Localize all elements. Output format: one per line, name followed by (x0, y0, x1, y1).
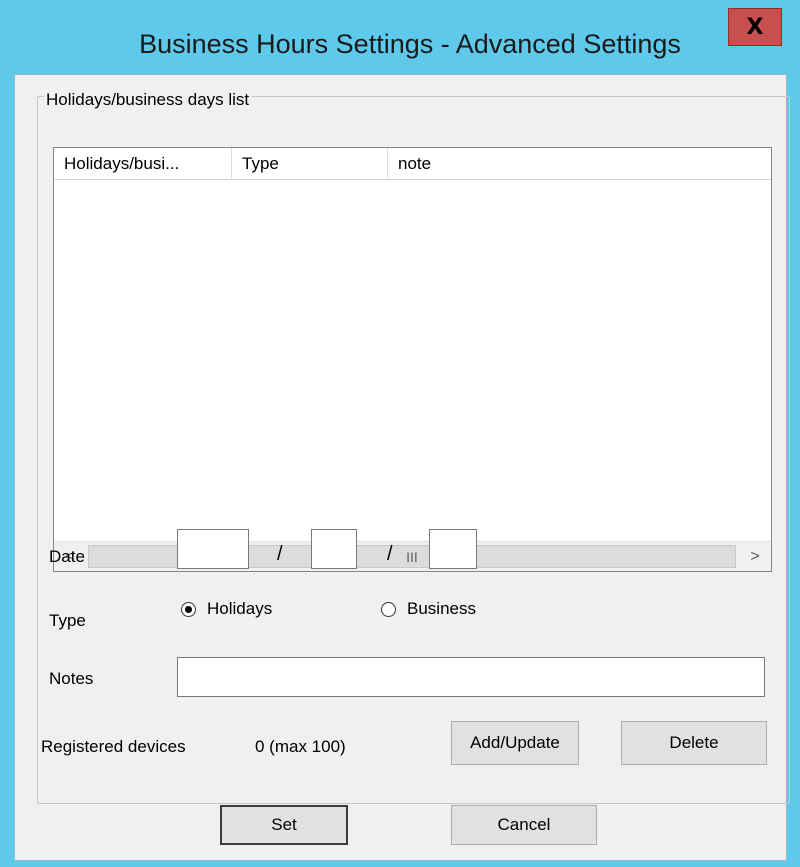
date-label: Date (49, 547, 85, 566)
registered-devices-label: Registered devices (41, 737, 186, 756)
set-button[interactable]: Set (220, 805, 348, 845)
column-header-type[interactable]: Type (232, 148, 388, 180)
scroll-right-icon[interactable]: > (739, 542, 771, 571)
dialog-body: Holidays/business days list Holidays/bus… (14, 74, 790, 861)
radio-business-icon[interactable] (381, 601, 396, 617)
type-label: Type (49, 611, 86, 630)
notes-field[interactable] (177, 657, 765, 697)
column-header-holidays[interactable]: Holidays/busi... (54, 148, 232, 180)
close-button[interactable]: X (728, 8, 782, 46)
date-separator-2: / (387, 543, 393, 565)
list-header: Holidays/busi... Type note (54, 148, 771, 180)
horizontal-scrollbar[interactable]: < III > (54, 541, 771, 571)
radio-holidays[interactable]: Holidays (181, 599, 272, 619)
add-update-button[interactable]: Add/Update (451, 721, 579, 765)
window-title: Business Hours Settings - Advanced Setti… (139, 29, 681, 59)
groupbox-legend: Holidays/business days list (44, 90, 252, 110)
registered-devices-count: 0 (max 100) (255, 737, 346, 756)
notes-label: Notes (49, 669, 94, 688)
radio-business[interactable]: Business (381, 599, 476, 619)
close-icon: X (746, 14, 764, 40)
date-month-field[interactable] (311, 529, 357, 569)
holidays-list[interactable]: Holidays/busi... Type note < III > (53, 147, 772, 572)
delete-button[interactable]: Delete (621, 721, 767, 765)
thumb-grip-icon: III (406, 548, 418, 565)
radio-holidays-label: Holidays (207, 599, 273, 618)
date-year-field[interactable] (177, 529, 249, 569)
date-day-field[interactable] (429, 529, 477, 569)
date-separator-1: / (277, 543, 283, 565)
radio-holidays-icon[interactable] (181, 601, 196, 617)
cancel-button[interactable]: Cancel (451, 805, 597, 845)
radio-business-label: Business (407, 599, 476, 618)
column-header-note[interactable]: note (388, 148, 770, 180)
